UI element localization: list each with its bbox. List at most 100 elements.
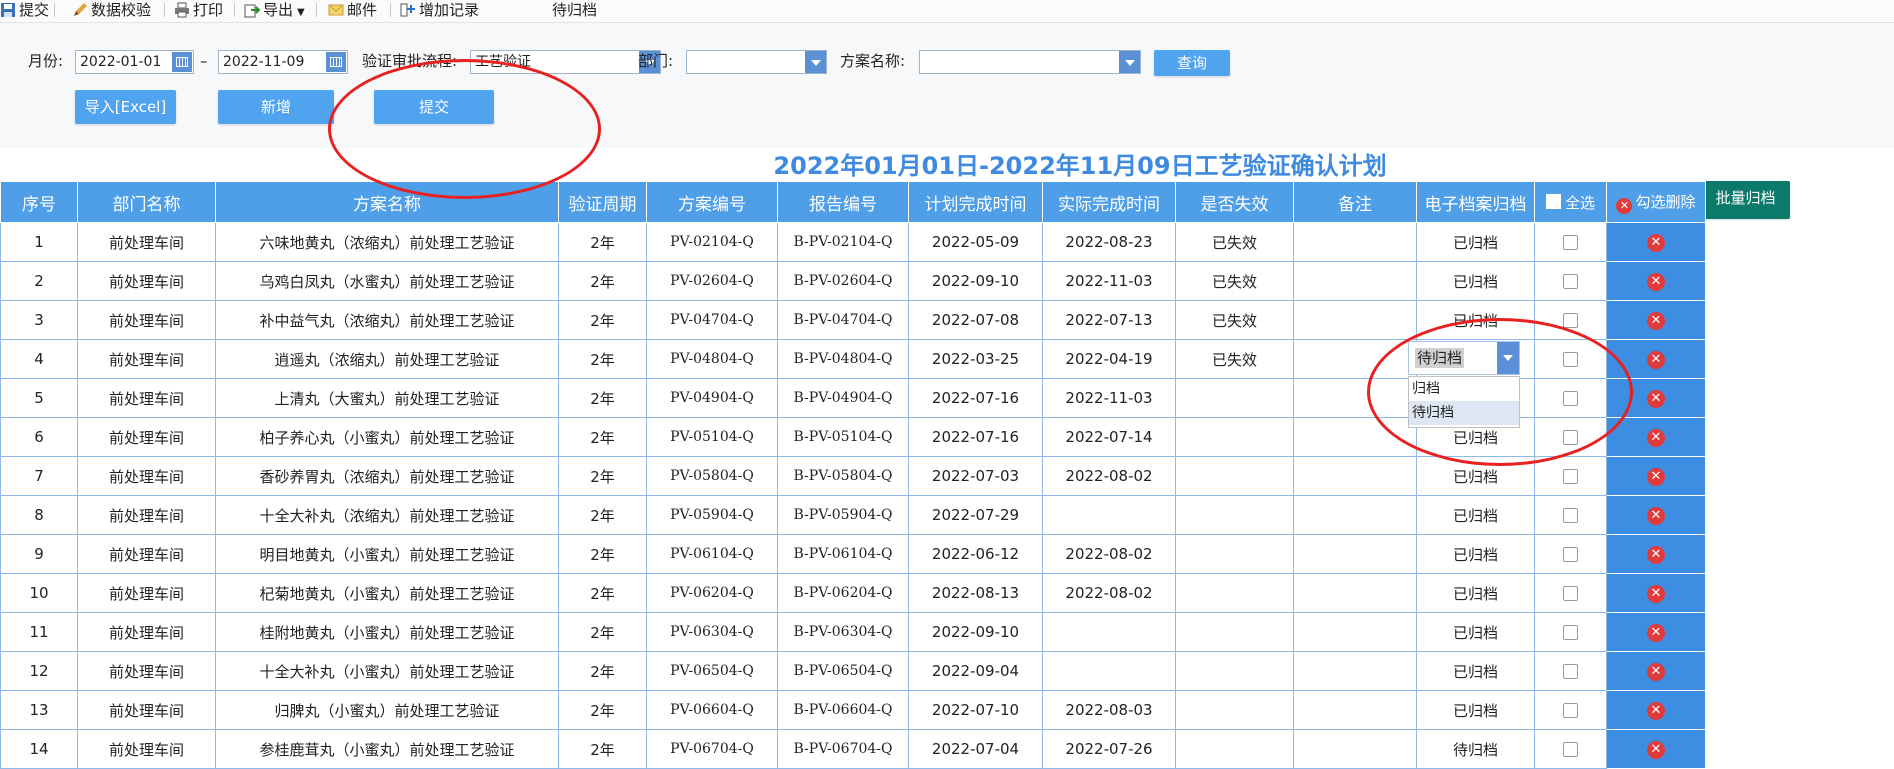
close-circle-icon[interactable]: ✕	[1647, 624, 1665, 642]
archive-status-cell[interactable]: 已归档	[1416, 651, 1535, 691]
actual-date-cell: 2022-08-03	[1042, 690, 1176, 730]
row-checkbox[interactable]	[1563, 625, 1578, 640]
row-number: 11	[0, 612, 78, 652]
close-circle-icon[interactable]: ✕	[1647, 663, 1665, 681]
select-all-checkbox[interactable]	[1545, 193, 1561, 209]
toolbar-verify-label: 数据校验	[91, 1, 152, 19]
table-row: 7 前处理车间 香砂养胃丸（浓缩丸）前处理工艺验证 2年 PV-05804-Q B-PV-…	[0, 456, 1706, 496]
dept-cell: 前处理车间	[77, 651, 216, 691]
batch-archive-button[interactable]: 批量归档	[1701, 181, 1790, 219]
archive-status-cell[interactable]: 已归档	[1416, 534, 1535, 574]
chevron-down-icon[interactable]	[1119, 51, 1140, 73]
dept-cell: 前处理车间	[77, 573, 216, 613]
row-delete-cell[interactable]: ✕	[1606, 456, 1706, 496]
close-circle-icon[interactable]: ✕	[1647, 741, 1665, 759]
archive-status-cell[interactable]: 待归档	[1416, 729, 1535, 769]
close-circle-icon[interactable]: ✕	[1647, 429, 1665, 447]
row-checkbox[interactable]	[1563, 469, 1578, 484]
row-number: 13	[0, 690, 78, 730]
row-delete-cell[interactable]: ✕	[1606, 222, 1706, 262]
close-circle-icon[interactable]: ✕	[1647, 468, 1665, 486]
toolbar-verify-button[interactable]: 数据校验	[72, 0, 151, 20]
row-checkbox[interactable]	[1563, 547, 1578, 562]
archive-status-cell[interactable]: 已归档	[1416, 261, 1535, 301]
row-delete-cell[interactable]: ✕	[1606, 612, 1706, 652]
date-to-field[interactable]: 2022-11-09	[218, 50, 348, 74]
report-number-cell: B-PV-06304-Q	[777, 612, 909, 652]
row-checkbox[interactable]	[1563, 703, 1578, 718]
note-cell	[1293, 573, 1417, 613]
planned-date-cell: 2022-07-10	[908, 690, 1043, 730]
plan-name-label: 方案名称:	[840, 52, 906, 70]
row-delete-cell[interactable]: ✕	[1606, 495, 1706, 535]
toolbar-export-button[interactable]: 导出 ▼	[244, 0, 305, 20]
row-checkbox[interactable]	[1563, 274, 1578, 289]
import-excel-button[interactable]: 导入[Excel]	[75, 90, 176, 124]
cycle-cell: 2年	[558, 495, 647, 535]
toolbar-print-button[interactable]: 打印	[174, 0, 223, 20]
dept-label: 部门:	[638, 52, 674, 70]
close-circle-icon[interactable]: ✕	[1647, 273, 1665, 291]
toolbar-mail-button[interactable]: 邮件	[328, 0, 377, 20]
planned-date-cell: 2022-07-16	[908, 378, 1043, 418]
chevron-down-icon[interactable]	[805, 51, 826, 73]
archive-status-cell[interactable]: 已归档	[1416, 222, 1535, 262]
toolbar-status-filter[interactable]: 待归档	[552, 0, 597, 20]
close-circle-icon[interactable]: ✕	[1647, 351, 1665, 369]
archive-status-cell[interactable]: 已归档	[1416, 495, 1535, 535]
calendar-icon[interactable]	[326, 52, 346, 72]
cycle-cell: 2年	[558, 378, 647, 418]
plan-name-cell: 六味地黄丸（浓缩丸）前处理工艺验证	[215, 222, 559, 262]
row-checkbox[interactable]	[1563, 508, 1578, 523]
table-header-row: 序号 部门名称 方案名称 验证周期 方案编号 报告编号 计划完成时间 实际完成时…	[0, 181, 1706, 223]
invalid-status-cell: 已失效	[1175, 222, 1294, 262]
query-button[interactable]: 查询	[1154, 50, 1230, 76]
planned-date-cell: 2022-08-13	[908, 573, 1043, 613]
toolbar-submit-button[interactable]: 提交	[0, 0, 49, 20]
toolbar-add-record-button[interactable]: 增加记录	[400, 0, 479, 20]
row-select-cell	[1534, 495, 1607, 535]
close-circle-icon[interactable]: ✕	[1647, 585, 1665, 603]
plan-number-cell: PV-06504-Q	[646, 651, 778, 691]
row-delete-cell[interactable]: ✕	[1606, 261, 1706, 301]
row-delete-cell[interactable]: ✕	[1606, 300, 1706, 340]
row-delete-cell[interactable]: ✕	[1606, 651, 1706, 691]
row-checkbox[interactable]	[1563, 742, 1578, 757]
row-checkbox[interactable]	[1563, 664, 1578, 679]
close-circle-icon[interactable]: ✕	[1647, 546, 1665, 564]
calendar-icon[interactable]	[172, 52, 192, 72]
dept-cell: 前处理车间	[77, 261, 216, 301]
close-circle-icon[interactable]: ✕	[1647, 312, 1665, 330]
column-header: 部门名称	[77, 181, 216, 223]
select-all-header[interactable]: 全选	[1534, 181, 1607, 223]
dept-select[interactable]	[686, 50, 827, 74]
date-from-value: 2022-01-01	[80, 54, 162, 70]
annotation-circle	[1367, 318, 1633, 466]
add-new-button[interactable]: 新增	[218, 90, 334, 124]
delete-checked-header[interactable]: ✕ 勾选删除	[1606, 181, 1706, 223]
row-checkbox[interactable]	[1563, 586, 1578, 601]
close-circle-icon[interactable]: ✕	[1647, 507, 1665, 525]
row-delete-cell[interactable]: ✕	[1606, 729, 1706, 769]
report-number-cell: B-PV-06204-Q	[777, 573, 909, 613]
plan-name-select[interactable]	[919, 50, 1141, 74]
row-checkbox[interactable]	[1563, 235, 1578, 250]
report-number-cell: B-PV-06704-Q	[777, 729, 909, 769]
note-cell	[1293, 729, 1417, 769]
close-circle-icon[interactable]: ✕	[1647, 234, 1665, 252]
invalid-status-cell: 已失效	[1175, 339, 1294, 379]
row-delete-cell[interactable]: ✕	[1606, 417, 1706, 457]
row-checkbox[interactable]	[1563, 313, 1578, 328]
cycle-cell: 2年	[558, 456, 647, 496]
row-select-cell	[1534, 456, 1607, 496]
row-delete-cell[interactable]: ✕	[1606, 690, 1706, 730]
close-circle-icon[interactable]: ✕	[1647, 702, 1665, 720]
archive-status-cell[interactable]: 已归档	[1416, 573, 1535, 613]
row-delete-cell[interactable]: ✕	[1606, 534, 1706, 574]
archive-status-cell[interactable]: 已归档	[1416, 612, 1535, 652]
archive-status-cell[interactable]: 已归档	[1416, 690, 1535, 730]
row-delete-cell[interactable]: ✕	[1606, 573, 1706, 613]
close-circle-icon[interactable]: ✕	[1647, 390, 1665, 408]
date-from-field[interactable]: 2022-01-01	[75, 50, 194, 74]
filter-panel: 月份: 2022-01-01 – 2022-11-09 验证审批流程: 工艺验证…	[0, 23, 1894, 148]
